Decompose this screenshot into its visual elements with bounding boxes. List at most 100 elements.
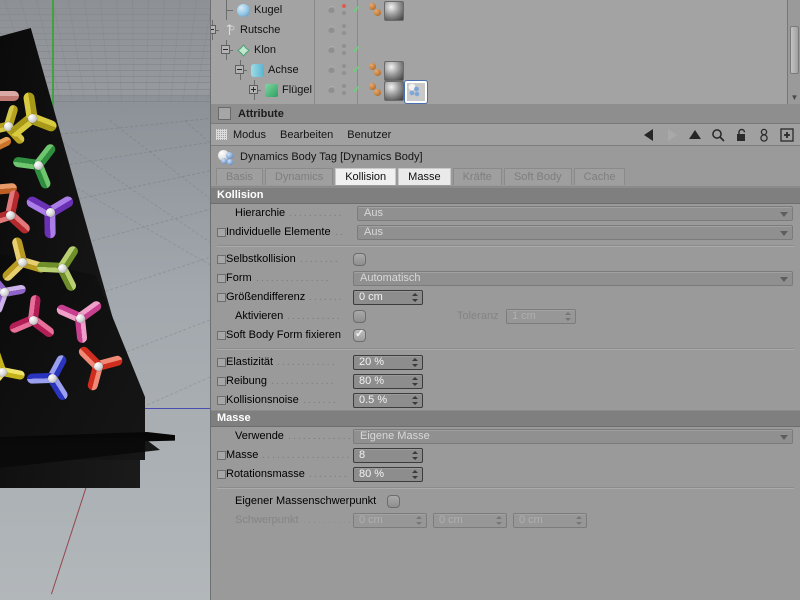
collapse-icon[interactable] bbox=[235, 65, 244, 74]
visibility-dots[interactable]: ✓ bbox=[326, 60, 368, 80]
editor-visibility-dot[interactable] bbox=[342, 64, 346, 68]
add-icon[interactable] bbox=[780, 127, 794, 142]
stepper-icon[interactable] bbox=[415, 516, 422, 525]
render-visibility-dot[interactable] bbox=[342, 91, 346, 95]
object-manager[interactable]: Kugel ✓ Rutsche Klon ✓ Achse ✓ Flügel ✓ ▼ bbox=[210, 0, 800, 104]
tab-basis[interactable]: Basis bbox=[216, 168, 263, 185]
stepper-icon[interactable] bbox=[495, 516, 502, 525]
parameter-track-box[interactable] bbox=[217, 274, 226, 283]
dropdown-individuelle-elemente[interactable]: Aus bbox=[357, 225, 793, 240]
visibility-dot[interactable] bbox=[328, 26, 335, 33]
stepper-icon[interactable] bbox=[411, 377, 418, 386]
stepper-icon[interactable] bbox=[564, 312, 571, 321]
chevron-down-icon[interactable] bbox=[780, 435, 788, 440]
dropdown-form[interactable]: Automatisch bbox=[353, 271, 793, 286]
visibility-dot[interactable] bbox=[328, 86, 335, 93]
enabled-check-icon[interactable]: ✓ bbox=[352, 65, 361, 76]
stepper-icon[interactable] bbox=[411, 358, 418, 367]
object-row-name[interactable]: Klon bbox=[237, 42, 276, 58]
vector-field-1[interactable]: 0 cm bbox=[433, 513, 507, 528]
render-visibility-dot[interactable] bbox=[342, 71, 346, 75]
visibility-dots[interactable]: ✓ bbox=[326, 80, 368, 100]
number-field-reibung[interactable]: 80 % bbox=[353, 374, 423, 389]
chevron-down-icon[interactable] bbox=[780, 231, 788, 236]
render-visibility-dot[interactable] bbox=[342, 51, 346, 55]
tab-kollision[interactable]: Kollision bbox=[335, 168, 397, 185]
lock-icon[interactable] bbox=[734, 128, 748, 142]
pin-icon[interactable] bbox=[757, 128, 771, 142]
enabled-check-icon[interactable]: ✓ bbox=[352, 5, 361, 16]
back-arrow-icon[interactable] bbox=[642, 128, 656, 142]
checkbox-eigener-massenschwerpunkt[interactable] bbox=[387, 495, 400, 508]
number-field-elastizit-t[interactable]: 20 % bbox=[353, 355, 423, 370]
object-manager-scrollbar[interactable]: ▼ bbox=[787, 0, 800, 104]
number-field-rotationsmasse[interactable]: 80 % bbox=[353, 467, 423, 482]
stepper-icon[interactable] bbox=[575, 516, 582, 525]
forward-arrow-icon[interactable] bbox=[665, 128, 679, 142]
parameter-track-box[interactable] bbox=[217, 228, 226, 237]
tab-dynamics[interactable]: Dynamics bbox=[264, 168, 334, 185]
visibility-dot[interactable] bbox=[328, 46, 335, 53]
object-manager-row[interactable]: Klon ✓ bbox=[211, 40, 781, 60]
checkbox-soft-body-form-fixieren[interactable] bbox=[353, 327, 366, 342]
parameter-track-box[interactable] bbox=[217, 255, 226, 264]
visibility-dots[interactable]: ✓ bbox=[326, 40, 368, 60]
tab-masse[interactable]: Masse bbox=[398, 168, 451, 185]
render-visibility-dot[interactable] bbox=[342, 11, 346, 15]
material-tag-icon[interactable] bbox=[384, 61, 404, 81]
object-manager-row[interactable]: Kugel ✓ bbox=[211, 0, 781, 21]
scrollbar-thumb[interactable] bbox=[790, 26, 799, 74]
attribute-manager[interactable]: Attribute Modus Bearbeiten Benutzer Dyna… bbox=[210, 104, 800, 600]
number-field-toleranz[interactable]: 1 cm bbox=[506, 309, 576, 324]
object-manager-row[interactable]: Flügel ✓ bbox=[211, 80, 781, 103]
checkbox-aktivieren[interactable] bbox=[353, 310, 366, 323]
expand-icon[interactable] bbox=[249, 85, 258, 94]
editor-visibility-dot[interactable] bbox=[342, 84, 346, 88]
vector-field-2[interactable]: 0 cm bbox=[513, 513, 587, 528]
menu-benutzer[interactable]: Benutzer bbox=[347, 129, 391, 141]
vector-field-0[interactable]: 0 cm bbox=[353, 513, 427, 528]
parameter-track-box[interactable] bbox=[217, 470, 226, 479]
dynamics-tag-icon[interactable] bbox=[374, 9, 381, 16]
menu-modus[interactable]: Modus bbox=[233, 129, 266, 141]
parameter-track-box[interactable] bbox=[217, 331, 226, 340]
visibility-dots[interactable]: ✓ bbox=[326, 0, 368, 20]
panel-menu-icon[interactable] bbox=[218, 107, 231, 120]
parameter-track-box[interactable] bbox=[217, 451, 226, 460]
attribute-tab-bar[interactable]: Basis Dynamics Kollision Masse Kräfte Soft Bo… bbox=[211, 168, 800, 187]
enabled-check-icon[interactable]: ✓ bbox=[352, 85, 361, 96]
collapse-icon[interactable] bbox=[221, 45, 230, 54]
dynamics-tag-icon[interactable] bbox=[374, 69, 381, 76]
collapse-icon[interactable] bbox=[211, 25, 216, 34]
visibility-dot[interactable] bbox=[328, 66, 335, 73]
scroll-down-arrow-icon[interactable]: ▼ bbox=[790, 93, 799, 102]
parameter-track-box[interactable] bbox=[217, 358, 226, 367]
menu-bearbeiten[interactable]: Bearbeiten bbox=[280, 129, 333, 141]
object-manager-row[interactable]: Rutsche bbox=[211, 20, 781, 40]
dynamics-tag-icon[interactable] bbox=[374, 89, 381, 96]
search-icon[interactable] bbox=[711, 128, 725, 142]
stepper-icon[interactable] bbox=[411, 451, 418, 460]
object-manager-row[interactable]: Achse ✓ bbox=[211, 60, 781, 81]
stepper-icon[interactable] bbox=[411, 293, 418, 302]
parameter-track-box[interactable] bbox=[217, 293, 226, 302]
checkbox-selbstkollision[interactable] bbox=[353, 253, 366, 266]
visibility-dots[interactable] bbox=[326, 20, 368, 40]
object-row-name[interactable]: Achse bbox=[251, 62, 299, 78]
number-field-kollisionsnoise[interactable]: 0.5 % bbox=[353, 393, 423, 408]
dynamics-body-tag-icon[interactable] bbox=[405, 81, 427, 103]
drag-grip-icon[interactable] bbox=[216, 129, 227, 140]
perspective-viewport[interactable] bbox=[0, 0, 210, 600]
number-field-gr-endifferenz[interactable]: 0 cm bbox=[353, 290, 423, 305]
stepper-icon[interactable] bbox=[411, 470, 418, 479]
parameter-track-box[interactable] bbox=[217, 396, 226, 405]
number-field-masse[interactable]: 8 bbox=[353, 448, 423, 463]
object-row-name[interactable]: Kugel bbox=[237, 2, 282, 18]
editor-visibility-dot[interactable] bbox=[342, 4, 346, 8]
stepper-icon[interactable] bbox=[411, 396, 418, 405]
chevron-down-icon[interactable] bbox=[780, 277, 788, 282]
object-row-name[interactable]: Rutsche bbox=[223, 22, 280, 38]
tab-soft-body[interactable]: Soft Body bbox=[503, 168, 572, 185]
material-tag-icon[interactable] bbox=[384, 1, 404, 21]
chevron-down-icon[interactable] bbox=[780, 212, 788, 217]
